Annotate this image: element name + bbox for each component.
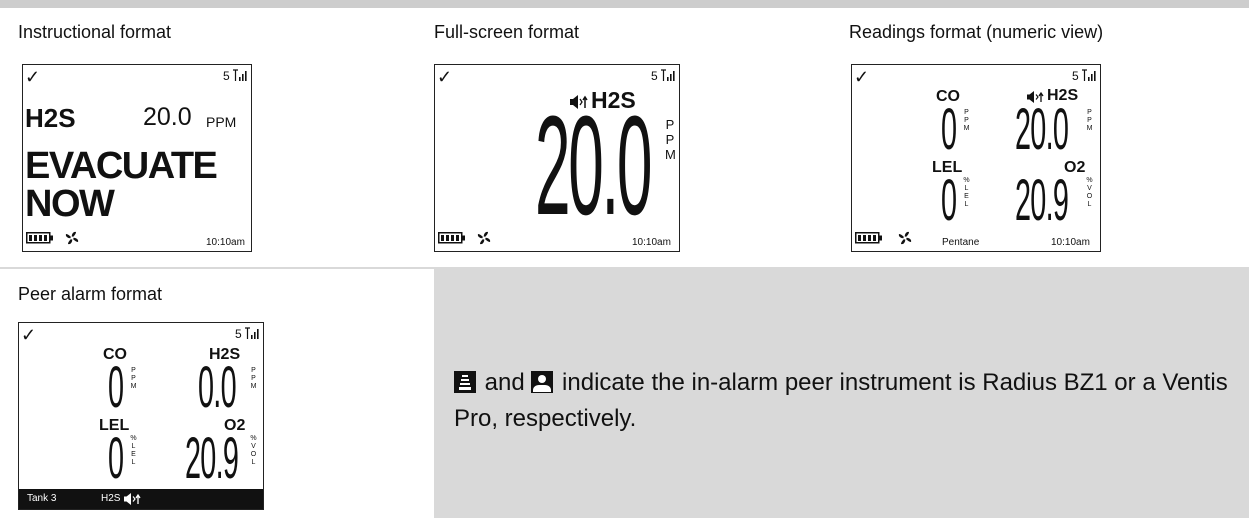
readings-screen: ✓ 5 CO 0 P P M H2S 20.0 P P M LEL 0 % L … — [851, 64, 1101, 252]
unit-letter: M — [963, 125, 970, 132]
unit-letter: % — [250, 435, 257, 442]
unit-letter: M — [1086, 125, 1093, 132]
unit-vertical: % V O L — [250, 435, 257, 467]
peer-footer-bar: Tank 3 H2S — [19, 489, 263, 509]
signal-bars-icon — [661, 69, 675, 81]
signal-number: 5 — [235, 327, 242, 341]
gas-unit: PPM — [206, 114, 237, 130]
clock: 10:10am — [632, 237, 671, 248]
signal-number: 5 — [651, 69, 658, 83]
alarm-speaker-icon — [124, 493, 141, 505]
unit-letter: L — [131, 459, 136, 466]
unit-vertical: P P M — [963, 109, 970, 133]
peer-name: Tank 3 — [27, 493, 57, 504]
gas-value-lel: 0 — [108, 427, 125, 491]
gas-value-lel: 0 — [941, 169, 958, 233]
unit-letter: L — [964, 185, 969, 192]
unit-letter: P — [1087, 109, 1092, 116]
gas-value-o2: 20.9 — [185, 427, 239, 491]
battery-icon — [26, 232, 53, 244]
note-and: and — [478, 369, 532, 396]
gas-value-h2s: 20.0 — [1015, 98, 1069, 162]
unit-letter: V — [1087, 185, 1092, 192]
peer-gas: H2S — [101, 493, 121, 504]
note-text: and indicate the in-alarm peer instrumen… — [454, 365, 1234, 437]
unit-letter: P — [665, 117, 675, 132]
gas-value-o2: 20.9 — [1015, 169, 1069, 233]
unit-letter: % — [963, 177, 970, 184]
fan-pump-icon — [65, 231, 79, 245]
unit-vertical: P P M — [1086, 109, 1093, 133]
unit-letter: V — [251, 443, 256, 450]
fan-pump-icon — [898, 231, 912, 245]
check-icon: ✓ — [25, 67, 41, 87]
battery-icon — [438, 232, 465, 244]
unit-letter: E — [131, 451, 136, 458]
signal-bars-icon — [1082, 69, 1096, 81]
gas-name: H2S — [25, 103, 76, 133]
message-line-2: NOW — [25, 183, 115, 225]
unit-vertical: P P M — [250, 367, 257, 391]
unit-vertical: % V O L — [1086, 177, 1093, 209]
fan-pump-icon — [477, 231, 491, 245]
signal-number: 5 — [223, 69, 230, 83]
instructional-screen: ✓ 5 H2S 20.0 PPM EVACUATE NOW 10:10am — [22, 64, 252, 252]
clock: 10:10am — [206, 237, 245, 248]
unit-letter: P — [964, 109, 969, 116]
unit-letter: M — [665, 147, 676, 162]
radius-bz1-icon — [454, 371, 476, 393]
signal-number: 5 — [1072, 69, 1079, 83]
unit-letter: L — [1087, 201, 1092, 208]
note-body: indicate the in-alarm peer instrument is… — [454, 369, 1228, 432]
unit-letter: P — [251, 375, 256, 382]
unit-letter: E — [964, 193, 969, 200]
gas-type-label: Pentane — [942, 237, 980, 248]
message-line-1: EVACUATE — [25, 145, 218, 187]
check-icon: ✓ — [437, 67, 453, 87]
unit-letter: P — [131, 375, 136, 382]
unit-letter: P — [964, 117, 969, 124]
gas-value-h2s: 0.0 — [198, 356, 237, 420]
unit-letter: O — [1086, 193, 1093, 200]
unit-letter: % — [1086, 177, 1093, 184]
ventis-pro-icon — [531, 371, 554, 393]
peer-alarm-screen: ✓ 5 CO 0 P P M H2S 0.0 P P M LEL 0 % L E… — [18, 322, 264, 510]
caption-fullscreen: Full-screen format — [434, 22, 580, 42]
battery-icon — [855, 232, 882, 244]
fullscreen-screen: ✓ 5 H2S P P M 20.0 10:10am — [434, 64, 680, 252]
clock: 10:10am — [1051, 237, 1090, 248]
signal-bars-icon — [233, 69, 247, 81]
gas-value-co: 0 — [941, 98, 958, 162]
unit-letter: O — [250, 451, 257, 458]
unit-letter: P — [251, 367, 256, 374]
unit-vertical: P P M — [665, 117, 676, 162]
caption-readings: Readings format (numeric view) — [849, 22, 1104, 42]
note-panel: and indicate the in-alarm peer instrumen… — [434, 269, 1249, 518]
unit-letter: L — [251, 459, 256, 466]
check-icon: ✓ — [854, 67, 870, 87]
caption-peer: Peer alarm format — [18, 284, 163, 304]
unit-letter: M — [130, 383, 137, 390]
gas-value: 20.0 — [143, 103, 192, 131]
unit-vertical: P P M — [130, 367, 137, 391]
unit-letter: M — [250, 383, 257, 390]
check-icon: ✓ — [21, 325, 37, 345]
gas-value-co: 0 — [108, 356, 125, 420]
unit-letter: P — [1087, 117, 1092, 124]
signal-bars-icon — [245, 327, 259, 339]
unit-letter: P — [131, 367, 136, 374]
unit-vertical: % L E L — [963, 177, 970, 209]
unit-vertical: % L E L — [130, 435, 137, 467]
unit-letter: L — [131, 443, 136, 450]
caption-instructional: Instructional format — [18, 22, 172, 42]
gas-value-large: 20.0 — [535, 88, 652, 245]
unit-letter: P — [665, 132, 675, 147]
top-rule — [0, 0, 1249, 8]
unit-letter: L — [964, 201, 969, 208]
unit-letter: % — [130, 435, 137, 442]
